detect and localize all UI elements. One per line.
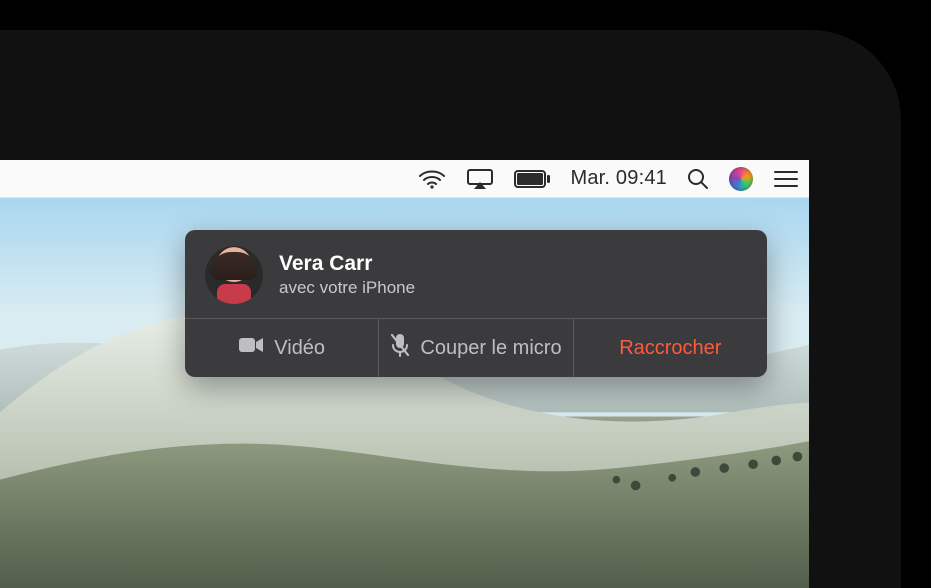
hangup-button[interactable]: Raccrocher — [573, 319, 767, 377]
caller-name: Vera Carr — [279, 252, 415, 275]
microphone-off-icon — [390, 333, 410, 363]
wifi-icon[interactable] — [418, 169, 446, 189]
mute-button[interactable]: Couper le micro — [378, 319, 572, 377]
siri-icon[interactable] — [729, 167, 753, 191]
video-label: Vidéo — [274, 337, 325, 360]
caller-avatar — [205, 246, 263, 304]
battery-icon[interactable] — [514, 170, 550, 188]
notification-center-icon[interactable] — [773, 169, 799, 189]
call-actions: Vidéo Couper le micro Raccrocher — [185, 318, 767, 377]
menubar-clock[interactable]: Mar. 09:41 — [570, 167, 667, 190]
video-icon — [238, 336, 264, 360]
mute-label: Couper le micro — [420, 337, 561, 360]
video-button[interactable]: Vidéo — [185, 319, 378, 377]
airplay-icon[interactable] — [466, 168, 494, 190]
hangup-label: Raccrocher — [619, 337, 721, 360]
call-header: Vera Carr avec votre iPhone — [185, 230, 767, 318]
call-notification: Vera Carr avec votre iPhone Vidéo Couper… — [185, 230, 767, 377]
menubar: Mar. 09:41 — [0, 160, 809, 198]
search-icon[interactable] — [687, 168, 709, 190]
screen: Mar. 09:41 Vera Carr avec votre iPhone — [0, 160, 809, 588]
device-frame: Mar. 09:41 Vera Carr avec votre iPhone — [0, 30, 901, 588]
caller-subtitle: avec votre iPhone — [279, 278, 415, 298]
